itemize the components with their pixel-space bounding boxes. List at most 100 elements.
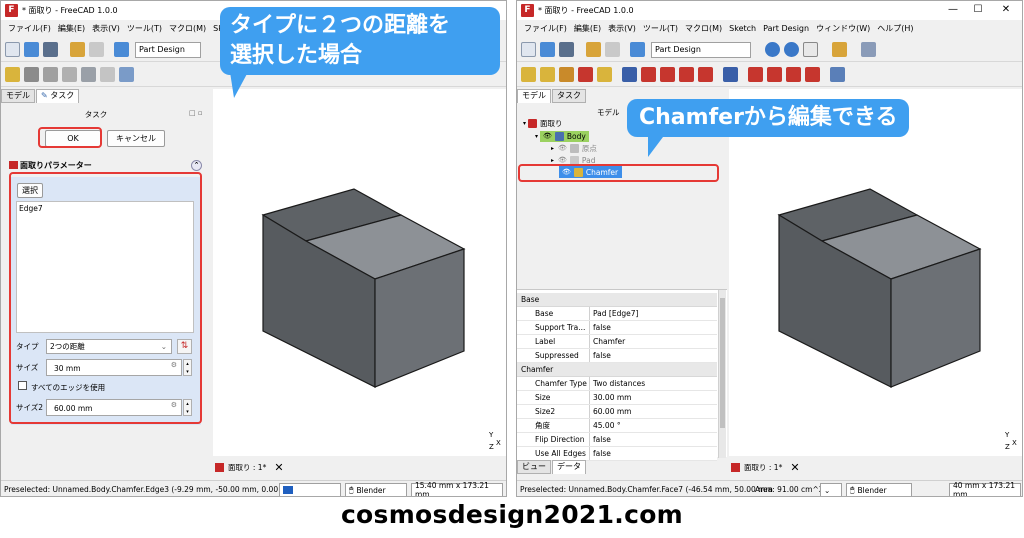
refresh-icon[interactable] (630, 42, 645, 57)
clone-icon[interactable] (62, 67, 77, 82)
property-row[interactable]: Size 30.00 mm (517, 391, 717, 405)
menu-sketch[interactable]: Sketch (729, 24, 756, 33)
refresh-icon[interactable] (114, 42, 129, 57)
subtractive-pipe-icon[interactable] (679, 67, 694, 82)
property-row[interactable]: Chamfer Type Two distances (517, 377, 717, 391)
property-row[interactable]: Base Pad [Edge7] (517, 307, 717, 321)
open-document-icon[interactable] (540, 42, 555, 57)
tree-header: モデル (597, 108, 620, 117)
eye-icon[interactable]: 👁 (543, 132, 552, 140)
view-cube-icon[interactable] (803, 42, 818, 57)
close-window-icon[interactable]: ✕ (995, 3, 1017, 17)
left-3d-view[interactable]: YXZ (213, 89, 506, 456)
property-row[interactable]: Label Chamfer (517, 335, 717, 349)
property-row[interactable]: Support Tra... false (517, 321, 717, 335)
tree-item-origin[interactable]: ▸ 👁 原点 (551, 142, 597, 154)
new-document-icon[interactable] (5, 42, 20, 57)
property-scrollbar[interactable] (718, 290, 726, 458)
menu-tools[interactable]: ツール(T) (643, 23, 678, 34)
open-document-icon[interactable] (24, 42, 39, 57)
save-icon[interactable] (43, 42, 58, 57)
pad-icon[interactable] (521, 67, 536, 82)
property-row[interactable]: Size2 60.00 mm (517, 405, 717, 419)
panel-float-icon[interactable]: □ ▫ (189, 109, 203, 117)
menu-macro[interactable]: マクロ(M) (685, 23, 722, 34)
hole-icon[interactable] (622, 67, 637, 82)
sketch-icon[interactable] (81, 67, 96, 82)
navigation-style-select[interactable]: 🖱 Blender (345, 483, 407, 496)
draw-style-select[interactable]: ⌄ (820, 483, 842, 496)
shape-binder-icon[interactable] (43, 67, 58, 82)
undo-icon[interactable] (70, 42, 85, 57)
workbench-selector[interactable]: Part Design (651, 41, 751, 58)
pipe-icon[interactable] (597, 67, 612, 82)
cancel-button[interactable]: キャンセル (107, 130, 165, 147)
tree-item-body[interactable]: ▾ 👁 Body (535, 130, 589, 142)
redo-icon[interactable] (89, 42, 104, 57)
params-highlight-box (9, 172, 202, 424)
subtractive-loft-icon[interactable] (660, 67, 675, 82)
tab-task[interactable]: タスク (552, 89, 586, 103)
eye-off-icon[interactable]: 👁 (558, 156, 567, 164)
close-icon[interactable]: ✕ (790, 461, 799, 474)
menu-view[interactable]: 表示(V) (608, 23, 636, 34)
menu-macro[interactable]: マクロ(M) (169, 23, 206, 34)
groove-icon[interactable] (641, 67, 656, 82)
property-editor: Base Base Pad [Edge7] Support Tra... false… (517, 289, 727, 461)
tree-item-document[interactable]: ▾ 面取り (523, 117, 563, 129)
loft-icon[interactable] (559, 67, 574, 82)
svg-text:X: X (1012, 439, 1017, 447)
minimize-icon[interactable]: — (942, 3, 964, 17)
zoom-selection-icon[interactable] (784, 42, 799, 57)
menu-part-design[interactable]: Part Design (763, 24, 809, 33)
body-icon[interactable] (24, 67, 39, 82)
menu-edit[interactable]: 編集(E) (574, 23, 601, 34)
revolution-icon[interactable] (540, 67, 555, 82)
pocket-icon[interactable] (578, 67, 593, 82)
tab-task[interactable]: ✎ タスク (36, 89, 80, 103)
tab-view-props[interactable]: ビュー (517, 460, 551, 474)
property-row[interactable]: 角度 45.00 ° (517, 419, 717, 433)
right-3d-view[interactable]: YXZ (729, 89, 1022, 456)
thickness-icon[interactable] (805, 67, 820, 82)
collapse-icon[interactable]: ⌃ (191, 160, 202, 171)
draft-icon[interactable] (786, 67, 801, 82)
property-row[interactable]: Flip Direction false (517, 433, 717, 447)
navigation-style-select[interactable]: 🖱 Blender (846, 483, 912, 496)
datum-icon[interactable] (100, 67, 115, 82)
fillet-icon[interactable] (748, 67, 763, 82)
whats-this-icon[interactable] (861, 42, 876, 57)
menu-window[interactable]: ウィンドウ(W) (816, 23, 870, 34)
save-icon[interactable] (559, 42, 574, 57)
tab-model[interactable]: モデル (517, 89, 551, 103)
right-document-tab[interactable]: 面取り : 1* ✕ (731, 458, 800, 476)
chamfer-tool-icon[interactable] (767, 67, 782, 82)
zoom-fit-icon[interactable] (765, 42, 780, 57)
boolean-icon[interactable] (723, 67, 738, 82)
menu-tools[interactable]: ツール(T) (127, 23, 162, 34)
left-document-tab[interactable]: 面取り : 1* ✕ (215, 458, 284, 476)
draw-style-select[interactable] (279, 483, 341, 496)
menu-file[interactable]: ファイル(F) (8, 23, 51, 34)
new-document-icon[interactable] (521, 42, 536, 57)
undo-icon[interactable] (586, 42, 601, 57)
subtractive-helix-icon[interactable] (698, 67, 713, 82)
workbench-selector[interactable]: Part Design (135, 41, 201, 58)
redo-icon[interactable] (605, 42, 620, 57)
part-icon[interactable] (5, 67, 20, 82)
mirror-icon[interactable] (830, 67, 845, 82)
tab-model[interactable]: モデル (1, 89, 35, 103)
menu-help[interactable]: ヘルプ(H) (877, 23, 913, 34)
close-icon[interactable]: ✕ (274, 461, 283, 474)
maximize-icon[interactable]: ☐ (967, 3, 989, 17)
macro-icon[interactable] (832, 42, 847, 57)
plane-icon[interactable] (119, 67, 134, 82)
eye-off-icon[interactable]: 👁 (558, 144, 567, 152)
menu-edit[interactable]: 編集(E) (58, 23, 85, 34)
property-row[interactable]: Suppressed false (517, 349, 717, 363)
scrollbar-thumb[interactable] (720, 298, 725, 428)
tab-data-props[interactable]: データ (552, 460, 586, 474)
menu-view[interactable]: 表示(V) (92, 23, 120, 34)
menu-file[interactable]: ファイル(F) (524, 23, 567, 34)
property-row[interactable]: Use All Edges false (517, 447, 717, 461)
